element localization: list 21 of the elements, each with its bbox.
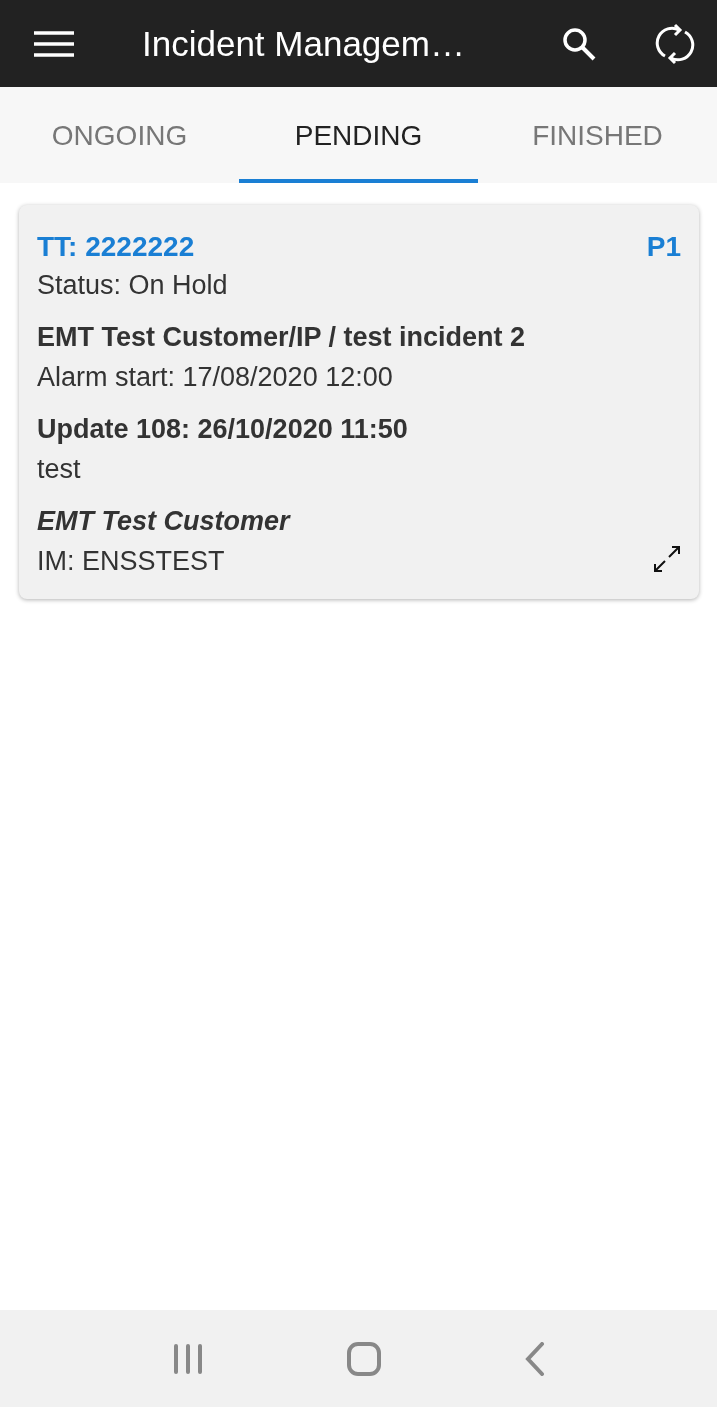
search-icon[interactable] [561,25,597,62]
manager-text: IM: ENSSTEST [37,545,225,578]
customer-name: EMT Test Customer [37,505,292,538]
ticket-number: TT: 2222222 [37,230,195,264]
update-text: test [37,453,82,486]
update-heading: Update 108: 26/10/2020 11:50 [37,413,409,446]
priority-label: P1 [646,230,681,264]
menu-icon[interactable] [34,30,74,57]
incident-title: EMT Test Customer/IP / test incident 2 [37,321,527,354]
expand-icon[interactable] [653,545,681,573]
sync-icon[interactable] [655,21,695,66]
app-title: Incident Managem… [142,23,466,64]
recent-apps-icon[interactable] [171,1342,204,1375]
incident-card[interactable]: TT: 2222222 P1 Status: On Hold EMT Test Customer/IP / test incident 2 Alarm start: 17/08/2020 12:00 Update 108: 26/10/2020 11:50 test EMT Test Customer IM: ENSSTEST [19,205,699,599]
back-icon[interactable] [525,1341,546,1376]
tab[interactable]: ONGOING [0,87,239,183]
status-text: Status: On Hold [37,269,229,302]
tab[interactable]: PENDING [239,87,478,183]
tab[interactable]: FINISHED [478,87,717,183]
alarm-start-text: Alarm start: 17/08/2020 12:00 [37,361,394,394]
home-icon[interactable] [347,1341,382,1376]
